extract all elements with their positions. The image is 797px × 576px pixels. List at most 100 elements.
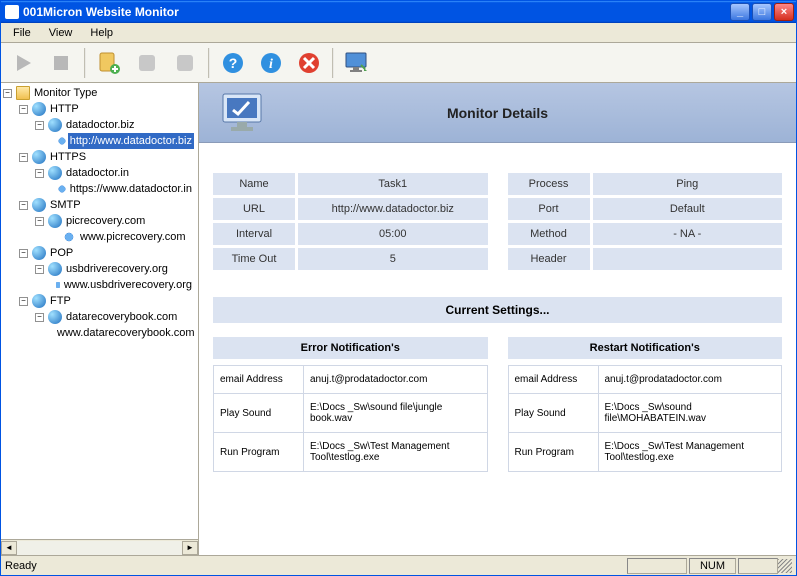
error-email-value: anuj.t@prodatadoctor.com xyxy=(304,366,487,393)
folder-icon xyxy=(16,86,30,100)
error-email-label: email Address xyxy=(214,366,304,393)
maximize-button[interactable]: □ xyxy=(752,3,772,21)
error-sound-value: E:\Docs _Sw\sound file\jungle book.wav xyxy=(304,394,487,432)
monitor-button[interactable] xyxy=(339,46,375,80)
error-notifications-header: Error Notification's xyxy=(213,337,488,359)
collapse-icon[interactable]: − xyxy=(35,121,44,130)
scroll-left-button[interactable]: ◄ xyxy=(1,541,17,555)
header-label: Header xyxy=(508,248,590,270)
collapse-icon[interactable]: − xyxy=(19,105,28,114)
stop-button[interactable] xyxy=(43,46,79,80)
toolbar: ? i xyxy=(1,43,796,83)
globe-icon xyxy=(48,166,62,180)
name-label: Name xyxy=(213,173,295,195)
tree-smtp-site[interactable]: −picrecovery.com xyxy=(35,213,198,229)
restart-notifications-header: Restart Notification's xyxy=(508,337,783,359)
tree-pop-site[interactable]: −usbdriverecovery.org xyxy=(35,261,198,277)
port-value: Default xyxy=(593,198,783,220)
tree-smtp[interactable]: −SMTP xyxy=(19,197,198,213)
minimize-button[interactable]: _ xyxy=(730,3,750,21)
collapse-icon[interactable]: − xyxy=(19,249,28,258)
status-ready: Ready xyxy=(5,560,37,572)
globe-icon xyxy=(48,214,62,228)
tree-http[interactable]: −HTTP xyxy=(19,101,198,117)
collapse-icon[interactable]: − xyxy=(35,265,44,274)
process-label: Process xyxy=(508,173,590,195)
collapse-icon[interactable]: − xyxy=(35,169,44,178)
scroll-right-button[interactable]: ► xyxy=(182,541,198,555)
content-area: −Monitor Type −HTTP −datadoctor.biz http… xyxy=(1,83,796,555)
info-button[interactable]: i xyxy=(253,46,289,80)
name-value: Task1 xyxy=(298,173,488,195)
task2-button[interactable] xyxy=(167,46,203,80)
globe-icon xyxy=(32,294,46,308)
current-settings-header: Current Settings... xyxy=(213,297,782,323)
restart-email-label: email Address xyxy=(509,366,599,393)
ie-icon xyxy=(58,134,66,148)
window-title: 001Micron Website Monitor xyxy=(23,5,730,19)
error-program-value: E:\Docs _Sw\Test Management Tool\testlog… xyxy=(304,433,487,471)
globe-icon xyxy=(32,102,46,116)
play-button[interactable] xyxy=(5,46,41,80)
details-pane: Monitor Details NameTask1 URLhttp://www.… xyxy=(199,83,796,555)
ie-icon xyxy=(62,230,76,244)
port-label: Port xyxy=(508,198,590,220)
tree-ftp[interactable]: −FTP xyxy=(19,293,198,309)
restart-sound-label: Play Sound xyxy=(509,394,599,432)
tree-pop[interactable]: −POP xyxy=(19,245,198,261)
method-label: Method xyxy=(508,223,590,245)
tree-https-site[interactable]: −datadoctor.in xyxy=(35,165,198,181)
delete-button[interactable] xyxy=(291,46,327,80)
globe-icon xyxy=(48,118,62,132)
scroll-track[interactable] xyxy=(17,541,182,555)
title-bar: 001Micron Website Monitor _ □ × xyxy=(1,1,796,23)
svg-text:i: i xyxy=(269,57,273,72)
collapse-icon[interactable]: − xyxy=(19,201,28,210)
tree-https[interactable]: −HTTPS xyxy=(19,149,198,165)
tree-pane: −Monitor Type −HTTP −datadoctor.biz http… xyxy=(1,83,199,555)
collapse-icon[interactable]: − xyxy=(19,297,28,306)
monitor-tree[interactable]: −Monitor Type −HTTP −datadoctor.biz http… xyxy=(1,83,198,539)
tree-http-site[interactable]: −datadoctor.biz xyxy=(35,117,198,133)
task1-button[interactable] xyxy=(129,46,165,80)
globe-icon xyxy=(32,150,46,164)
tree-ftp-site[interactable]: −datarecoverybook.com xyxy=(35,309,198,325)
details-title: Monitor Details xyxy=(287,105,708,121)
menu-help[interactable]: Help xyxy=(82,25,121,41)
svg-text:?: ? xyxy=(229,55,238,71)
timeout-label: Time Out xyxy=(213,248,295,270)
restart-program-label: Run Program xyxy=(509,433,599,471)
add-task-button[interactable] xyxy=(91,46,127,80)
close-button[interactable]: × xyxy=(774,3,794,21)
menu-file[interactable]: File xyxy=(5,25,39,41)
ie-icon xyxy=(56,278,60,292)
resize-grip[interactable] xyxy=(778,559,792,573)
url-value: http://www.datadoctor.biz xyxy=(298,198,488,220)
globe-icon xyxy=(32,198,46,212)
globe-icon xyxy=(48,262,62,276)
collapse-icon[interactable]: − xyxy=(19,153,28,162)
collapse-icon[interactable]: − xyxy=(35,313,44,322)
menu-view[interactable]: View xyxy=(41,25,81,41)
tree-hscroll[interactable]: ◄ ► xyxy=(1,539,198,555)
status-num: NUM xyxy=(689,558,736,574)
interval-label: Interval xyxy=(213,223,295,245)
monitor-icon xyxy=(219,92,267,134)
timeout-value: 5 xyxy=(298,248,488,270)
tree-root[interactable]: −Monitor Type xyxy=(3,85,198,101)
tree-http-url[interactable]: http://www.datadoctor.biz xyxy=(51,133,198,149)
tree-smtp-url[interactable]: www.picrecovery.com xyxy=(51,229,198,245)
restart-email-value: anuj.t@prodatadoctor.com xyxy=(599,366,782,393)
tree-https-url[interactable]: https://www.datadoctor.in xyxy=(51,181,198,197)
app-icon xyxy=(5,5,19,19)
tree-ftp-url[interactable]: www.datarecoverybook.com xyxy=(51,325,198,341)
collapse-icon[interactable]: − xyxy=(3,89,12,98)
menu-bar: File View Help xyxy=(1,23,796,43)
tree-pop-url[interactable]: www.usbdriverecovery.org xyxy=(51,277,198,293)
interval-value: 05:00 xyxy=(298,223,488,245)
globe-icon xyxy=(32,246,46,260)
collapse-icon[interactable]: − xyxy=(35,217,44,226)
help-button[interactable]: ? xyxy=(215,46,251,80)
process-value: Ping xyxy=(593,173,783,195)
globe-icon xyxy=(48,310,62,324)
